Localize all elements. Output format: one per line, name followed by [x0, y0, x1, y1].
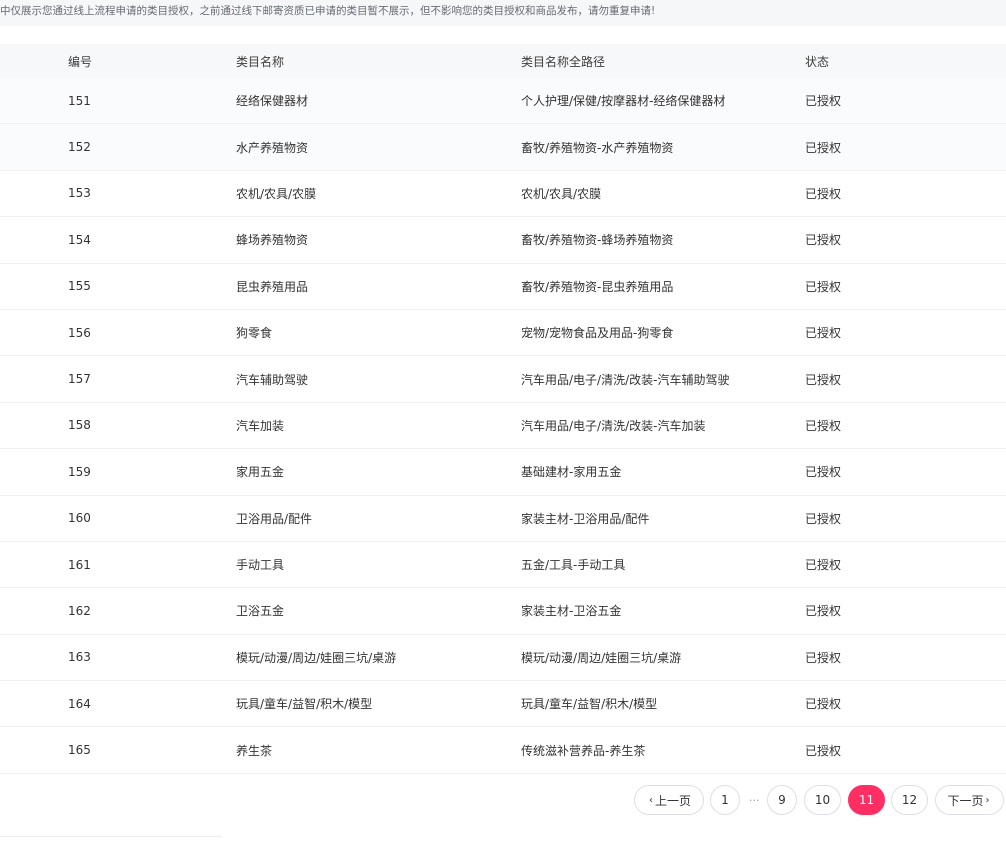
row-status: 已授权: [805, 140, 842, 155]
table-row: 160 卫浴用品/配件 家装主材-卫浴用品/配件 已授权: [0, 496, 1006, 542]
row-category-path: 家装主材-卫浴用品/配件: [521, 511, 650, 526]
table-row: 154 蜂场养殖物资 畜牧/养殖物资-蜂场养殖物资 已授权: [0, 217, 1006, 264]
table-row: 159 家用五金 基础建材-家用五金 已授权: [0, 449, 1006, 496]
row-category-name: 汽车加装: [236, 418, 285, 433]
page-button-1[interactable]: 1: [710, 785, 740, 815]
notice-text: 中仅展示您通过线上流程申请的类目授权，之前通过线下邮寄资质已申请的类目暂不展示，…: [0, 0, 1006, 26]
row-id: 155: [68, 279, 91, 294]
table-row: 155 昆虫养殖用品 畜牧/养殖物资-昆虫养殖用品 已授权: [0, 264, 1006, 310]
row-category-path: 个人护理/保健/按摩器材-经络保健器材: [521, 94, 726, 109]
row-status: 已授权: [805, 558, 842, 573]
row-category-name: 狗零食: [236, 326, 273, 341]
row-id: 154: [68, 232, 91, 247]
category-table: 编号 类目名称 类目名称全路径 状态 151 经络保健器材 个人护理/保健/按摩器材…: [0, 44, 1006, 774]
row-id: 151: [68, 93, 91, 108]
table-row: 164 玩具/童车/益智/积木/模型 玩具/童车/益智/积木/模型 已授权: [0, 681, 1006, 728]
header-path: 类目名称全路径: [521, 54, 606, 69]
row-id: 157: [68, 372, 91, 387]
row-category-name: 模玩/动漫/周边/娃圈三坑/桌游: [236, 650, 397, 665]
row-category-name: 汽车辅助驾驶: [236, 372, 309, 387]
row-status: 已授权: [805, 418, 842, 433]
row-status: 已授权: [805, 372, 842, 387]
table-row: 157 汽车辅助驾驶 汽车用品/电子/清洗/改装-汽车辅助驾驶 已授权: [0, 356, 1006, 403]
row-category-name: 养生茶: [236, 743, 273, 758]
table-row: 151 经络保健器材 个人护理/保健/按摩器材-经络保健器材 已授权: [0, 78, 1006, 125]
next-page-label: 下一页: [947, 793, 984, 808]
chevron-left-icon: ‹: [648, 794, 653, 806]
table-row: 161 手动工具 五金/工具-手动工具 已授权: [0, 542, 1006, 589]
divider: [0, 836, 222, 837]
row-status: 已授权: [805, 94, 842, 109]
row-id: 161: [68, 557, 91, 572]
row-category-path: 农机/农具/农膜: [521, 186, 602, 201]
table-row: 165 养生茶 传统滋补营养品-养生茶 已授权: [0, 727, 1006, 774]
row-category-name: 昆虫养殖用品: [236, 279, 309, 294]
table-row: 156 狗零食 宠物/宠物食品及用品-狗零食 已授权: [0, 310, 1006, 357]
row-category-path: 畜牧/养殖物资-水产养殖物资: [521, 140, 674, 155]
header-name: 类目名称: [236, 54, 285, 69]
row-category-name: 玩具/童车/益智/积木/模型: [236, 697, 373, 712]
row-id: 159: [68, 464, 91, 479]
row-id: 158: [68, 418, 91, 433]
row-category-path: 基础建材-家用五金: [521, 465, 622, 480]
row-id: 163: [68, 650, 91, 665]
row-category-path: 传统滋补营养品-养生茶: [521, 743, 646, 758]
row-category-path: 宠物/宠物食品及用品-狗零食: [521, 326, 674, 341]
row-category-name: 卫浴五金: [236, 604, 285, 619]
table-row: 153 农机/农具/农膜 农机/农具/农膜 已授权: [0, 171, 1006, 218]
row-id: 153: [68, 186, 91, 201]
row-category-name: 蜂场养殖物资: [236, 233, 309, 248]
row-category-name: 家用五金: [236, 465, 285, 480]
row-id: 165: [68, 743, 91, 758]
page-button-11-current[interactable]: 11: [848, 785, 885, 815]
row-category-path: 玩具/童车/益智/积木/模型: [521, 697, 658, 712]
table-row: 152 水产养殖物资 畜牧/养殖物资-水产养殖物资 已授权: [0, 124, 1006, 171]
row-category-path: 汽车用品/电子/清洗/改装-汽车辅助驾驶: [521, 372, 730, 387]
header-status: 状态: [805, 54, 830, 69]
row-category-name: 水产养殖物资: [236, 140, 309, 155]
row-status: 已授权: [805, 697, 842, 712]
row-category-name: 卫浴用品/配件: [236, 511, 313, 526]
page-button-12[interactable]: 12: [891, 785, 928, 815]
row-status: 已授权: [805, 279, 842, 294]
row-id: 156: [68, 325, 91, 340]
row-id: 160: [68, 511, 91, 526]
table-header: 编号 类目名称 类目名称全路径 状态: [0, 44, 1006, 78]
row-status: 已授权: [805, 186, 842, 201]
row-category-path: 五金/工具-手动工具: [521, 558, 626, 573]
row-status: 已授权: [805, 604, 842, 619]
table-row: 158 汽车加装 汽车用品/电子/清洗/改装-汽车加装 已授权: [0, 403, 1006, 450]
header-id: 编号: [68, 54, 93, 69]
page-button-10[interactable]: 10: [804, 785, 841, 815]
row-category-path: 畜牧/养殖物资-蜂场养殖物资: [521, 233, 674, 248]
chevron-right-icon: ›: [985, 794, 990, 806]
row-id: 152: [68, 140, 91, 155]
page-button-9[interactable]: 9: [767, 785, 797, 815]
row-category-path: 汽车用品/电子/清洗/改装-汽车加装: [521, 418, 706, 433]
prev-page-label: 上一页: [654, 793, 691, 808]
row-status: 已授权: [805, 650, 842, 665]
row-category-name: 农机/农具/农膜: [236, 186, 317, 201]
next-page-button[interactable]: 下一页 ›: [935, 785, 1004, 815]
row-category-name: 经络保健器材: [236, 94, 309, 109]
row-category-path: 模玩/动漫/周边/娃圈三坑/桌游: [521, 650, 682, 665]
row-category-name: 手动工具: [236, 558, 285, 573]
table-row: 163 模玩/动漫/周边/娃圈三坑/桌游 模玩/动漫/周边/娃圈三坑/桌游 已授权: [0, 635, 1006, 682]
prev-page-button[interactable]: ‹ 上一页: [634, 785, 704, 815]
pagination: ‹ 上一页 1 ··· 9 10 11 12 下一页 ›: [0, 785, 1006, 815]
row-id: 164: [68, 696, 91, 711]
row-status: 已授权: [805, 743, 842, 758]
table-row: 162 卫浴五金 家装主材-卫浴五金 已授权: [0, 588, 1006, 635]
row-category-path: 畜牧/养殖物资-昆虫养殖用品: [521, 279, 674, 294]
page-ellipsis: ···: [749, 793, 760, 807]
table-body: 151 经络保健器材 个人护理/保健/按摩器材-经络保健器材 已授权 152 水产养殖物资…: [0, 78, 1006, 774]
row-id: 162: [68, 603, 91, 618]
row-status: 已授权: [805, 465, 842, 480]
row-status: 已授权: [805, 233, 842, 248]
row-status: 已授权: [805, 326, 842, 341]
row-category-path: 家装主材-卫浴五金: [521, 604, 622, 619]
row-status: 已授权: [805, 511, 842, 526]
